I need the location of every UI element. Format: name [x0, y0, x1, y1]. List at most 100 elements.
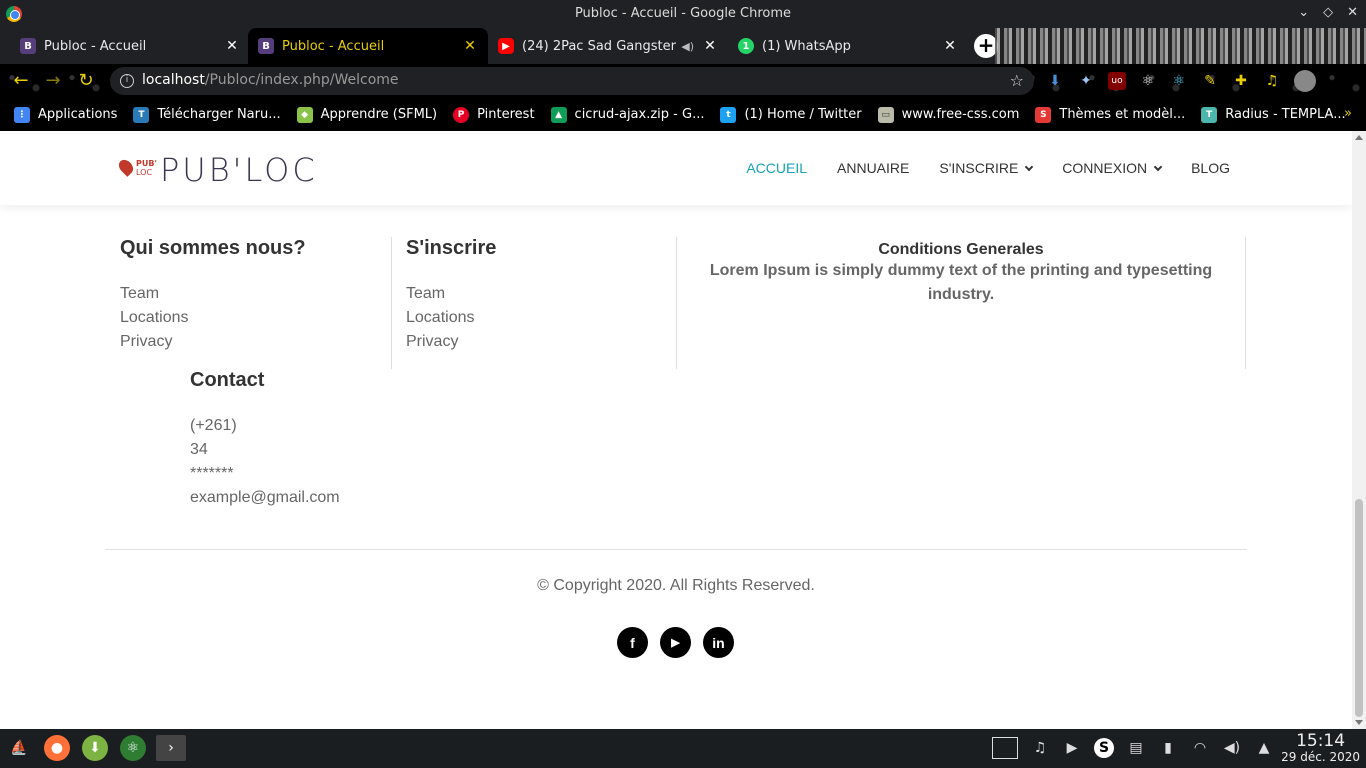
- bookmarks-bar: ⋮ Applications T Télécharger Naru... ◆ Appr…: [0, 98, 1366, 131]
- forward-button[interactable]: →: [42, 70, 64, 92]
- puzzle-extension-icon[interactable]: ✦: [1077, 72, 1095, 90]
- terminal-icon[interactable]: ›: [156, 735, 186, 761]
- chevron-down-icon: [1153, 162, 1163, 172]
- minimize-icon[interactable]: ⌄: [1298, 5, 1309, 20]
- nav-accueil[interactable]: ACCUEIL: [746, 160, 807, 176]
- url-host: localhost: [142, 72, 205, 88]
- about-link-team[interactable]: Team: [120, 282, 391, 306]
- reload-button[interactable]: ↻: [75, 70, 97, 92]
- bookmark-sfml[interactable]: ◆ Apprendre (SFML): [296, 106, 438, 123]
- ublock-icon[interactable]: uo: [1108, 72, 1126, 90]
- bookmark-label: Applications: [38, 107, 118, 122]
- react-devtools-icon[interactable]: ⚛: [1139, 72, 1157, 90]
- usb-device-icon[interactable]: ▮: [1158, 738, 1178, 758]
- close-window-icon[interactable]: ✕: [1347, 5, 1358, 20]
- media-player-icon[interactable]: ▶: [1062, 738, 1082, 758]
- about-link-locations[interactable]: Locations: [120, 306, 391, 330]
- bookmark-star-icon[interactable]: ☆: [1010, 71, 1024, 90]
- audio-playing-icon[interactable]: ◀): [681, 40, 694, 53]
- browser-toolbar: ← → ↻ i localhost/Publoc/index.php/Welco…: [0, 64, 1366, 98]
- tab-close-icon[interactable]: ✕: [942, 38, 958, 54]
- register-link-team[interactable]: Team: [406, 282, 676, 306]
- tab-youtube[interactable]: ▶ (24) 2Pac Sad Gangster Rap ◀) ✕: [488, 28, 728, 64]
- nav-annuaire[interactable]: ANNUAIRE: [837, 160, 909, 176]
- bookmark-free-css[interactable]: ▭ www.free-css.com: [877, 106, 1019, 123]
- firefox-icon[interactable]: ●: [44, 735, 70, 761]
- page-scrollbar[interactable]: [1352, 131, 1366, 729]
- tab-close-icon[interactable]: ✕: [702, 38, 718, 54]
- react-devtools-blue-icon[interactable]: ⚛: [1170, 72, 1188, 90]
- bookmark-twitter[interactable]: t (1) Home / Twitter: [720, 106, 862, 123]
- twitter-icon: t: [720, 106, 737, 123]
- atom-icon[interactable]: ⚛: [120, 735, 146, 761]
- tab-strip: B Publoc - Accueil ✕ B Publoc - Accueil …: [0, 28, 1366, 64]
- notifications-icon[interactable]: ♫: [1030, 738, 1050, 758]
- skype-icon[interactable]: S: [1094, 738, 1114, 758]
- nav-sinscrire[interactable]: S'INSCRIRE: [939, 160, 1034, 176]
- logo-mark-bottom: LOC: [136, 168, 153, 177]
- tab-publoc-2[interactable]: B Publoc - Accueil ✕: [248, 28, 488, 64]
- radius-icon: T: [1201, 106, 1218, 123]
- contact-email[interactable]: example@gmail.com: [190, 486, 390, 510]
- page-viewport: PUB' LOC PUB'LOC ACCUEIL ANNUAIRE S'INSC…: [0, 131, 1352, 729]
- tab-whatsapp[interactable]: 1 (1) WhatsApp ✕: [728, 28, 968, 64]
- media-control-icon[interactable]: ♫: [1263, 72, 1281, 90]
- tray-expand-icon[interactable]: ▲: [1254, 738, 1274, 758]
- profile-avatar[interactable]: [1294, 70, 1316, 92]
- url-text[interactable]: localhost/Publoc/index.php/Welcome: [142, 72, 399, 88]
- clipboard-icon[interactable]: ▤: [1126, 738, 1146, 758]
- footer-contact-column: Contact (+261) 34 ******* example@gmail.…: [190, 369, 390, 510]
- register-link-privacy[interactable]: Privacy: [406, 330, 676, 354]
- nav-label: S'INSCRIRE: [939, 160, 1019, 176]
- nav-blog[interactable]: BLOG: [1191, 160, 1230, 176]
- bookmark-applications[interactable]: ⋮ Applications: [14, 106, 118, 123]
- scrollbar-thumb[interactable]: [1355, 499, 1363, 717]
- address-bar[interactable]: i localhost/Publoc/index.php/Welcome ☆: [110, 67, 1034, 95]
- tab-close-icon[interactable]: ✕: [224, 38, 240, 54]
- maximize-icon[interactable]: ◇: [1323, 5, 1333, 20]
- scroll-down-icon[interactable]: [1355, 720, 1363, 725]
- download-extension-icon[interactable]: ⬇: [1046, 72, 1064, 90]
- pinterest-icon: P: [453, 106, 470, 123]
- window-titlebar: Publoc - Accueil - Google Chrome ⌄ ◇ ✕: [0, 0, 1366, 28]
- bookmark-label: Thèmes et modèl...: [1059, 107, 1186, 122]
- site-logo[interactable]: PUB' LOC PUB'LOC: [116, 151, 318, 189]
- volume-icon[interactable]: ◀): [1222, 738, 1242, 758]
- tab-close-icon[interactable]: ✕: [462, 38, 478, 54]
- bookmark-pinterest[interactable]: P Pinterest: [453, 106, 535, 123]
- contact-phone-prefix: (+261): [190, 417, 237, 434]
- free-css-icon: ▭: [877, 106, 894, 123]
- tab-publoc-1[interactable]: B Publoc - Accueil ✕: [10, 28, 250, 64]
- sfml-icon: ◆: [296, 106, 313, 123]
- bookmark-naruto[interactable]: T Télécharger Naru...: [133, 106, 281, 123]
- nav-connexion[interactable]: CONNEXION: [1062, 160, 1163, 176]
- system-clock[interactable]: 15:14 29 déc. 2020: [1281, 731, 1360, 764]
- google-drive-icon: ▲: [550, 106, 567, 123]
- scroll-up-icon[interactable]: [1355, 135, 1363, 140]
- register-heading: S'inscrire: [406, 237, 497, 259]
- wifi-icon[interactable]: ◠: [1190, 738, 1210, 758]
- pencil-extension-icon[interactable]: ✎: [1201, 72, 1219, 90]
- facebook-icon[interactable]: f: [617, 627, 648, 658]
- bookmark-themes[interactable]: S Thèmes et modèl...: [1035, 106, 1186, 123]
- bookmark-radius[interactable]: T Radius - TEMPLA...: [1201, 106, 1346, 123]
- more-bookmarks-icon[interactable]: »: [1344, 106, 1352, 121]
- site-info-icon[interactable]: i: [120, 74, 134, 88]
- bookmark-label: Radius - TEMPLA...: [1225, 107, 1346, 122]
- register-link-locations[interactable]: Locations: [406, 306, 676, 330]
- apps-grid-icon: ⋮: [14, 106, 30, 123]
- youtube-icon[interactable]: ▶: [660, 627, 691, 658]
- kde-launcher-icon[interactable]: ⛵: [6, 735, 32, 761]
- bookmark-label: Apprendre (SFML): [320, 107, 438, 122]
- extensions-puzzle-icon[interactable]: ✚: [1232, 72, 1250, 90]
- logo-wordmark: PUB'LOC: [160, 151, 318, 189]
- clock-time: 15:14: [1296, 731, 1346, 751]
- logo-mark-top: PUB': [136, 159, 157, 168]
- back-button[interactable]: ←: [10, 70, 32, 92]
- about-link-privacy[interactable]: Privacy: [120, 330, 391, 354]
- download-manager-icon[interactable]: ⬇: [82, 735, 108, 761]
- show-desktop-icon[interactable]: [992, 737, 1018, 759]
- bookmark-drive[interactable]: ▲ cicrud-ajax.zip - G...: [550, 106, 704, 123]
- linkedin-icon[interactable]: in: [703, 627, 734, 658]
- contact-phone-code: 34: [190, 441, 208, 458]
